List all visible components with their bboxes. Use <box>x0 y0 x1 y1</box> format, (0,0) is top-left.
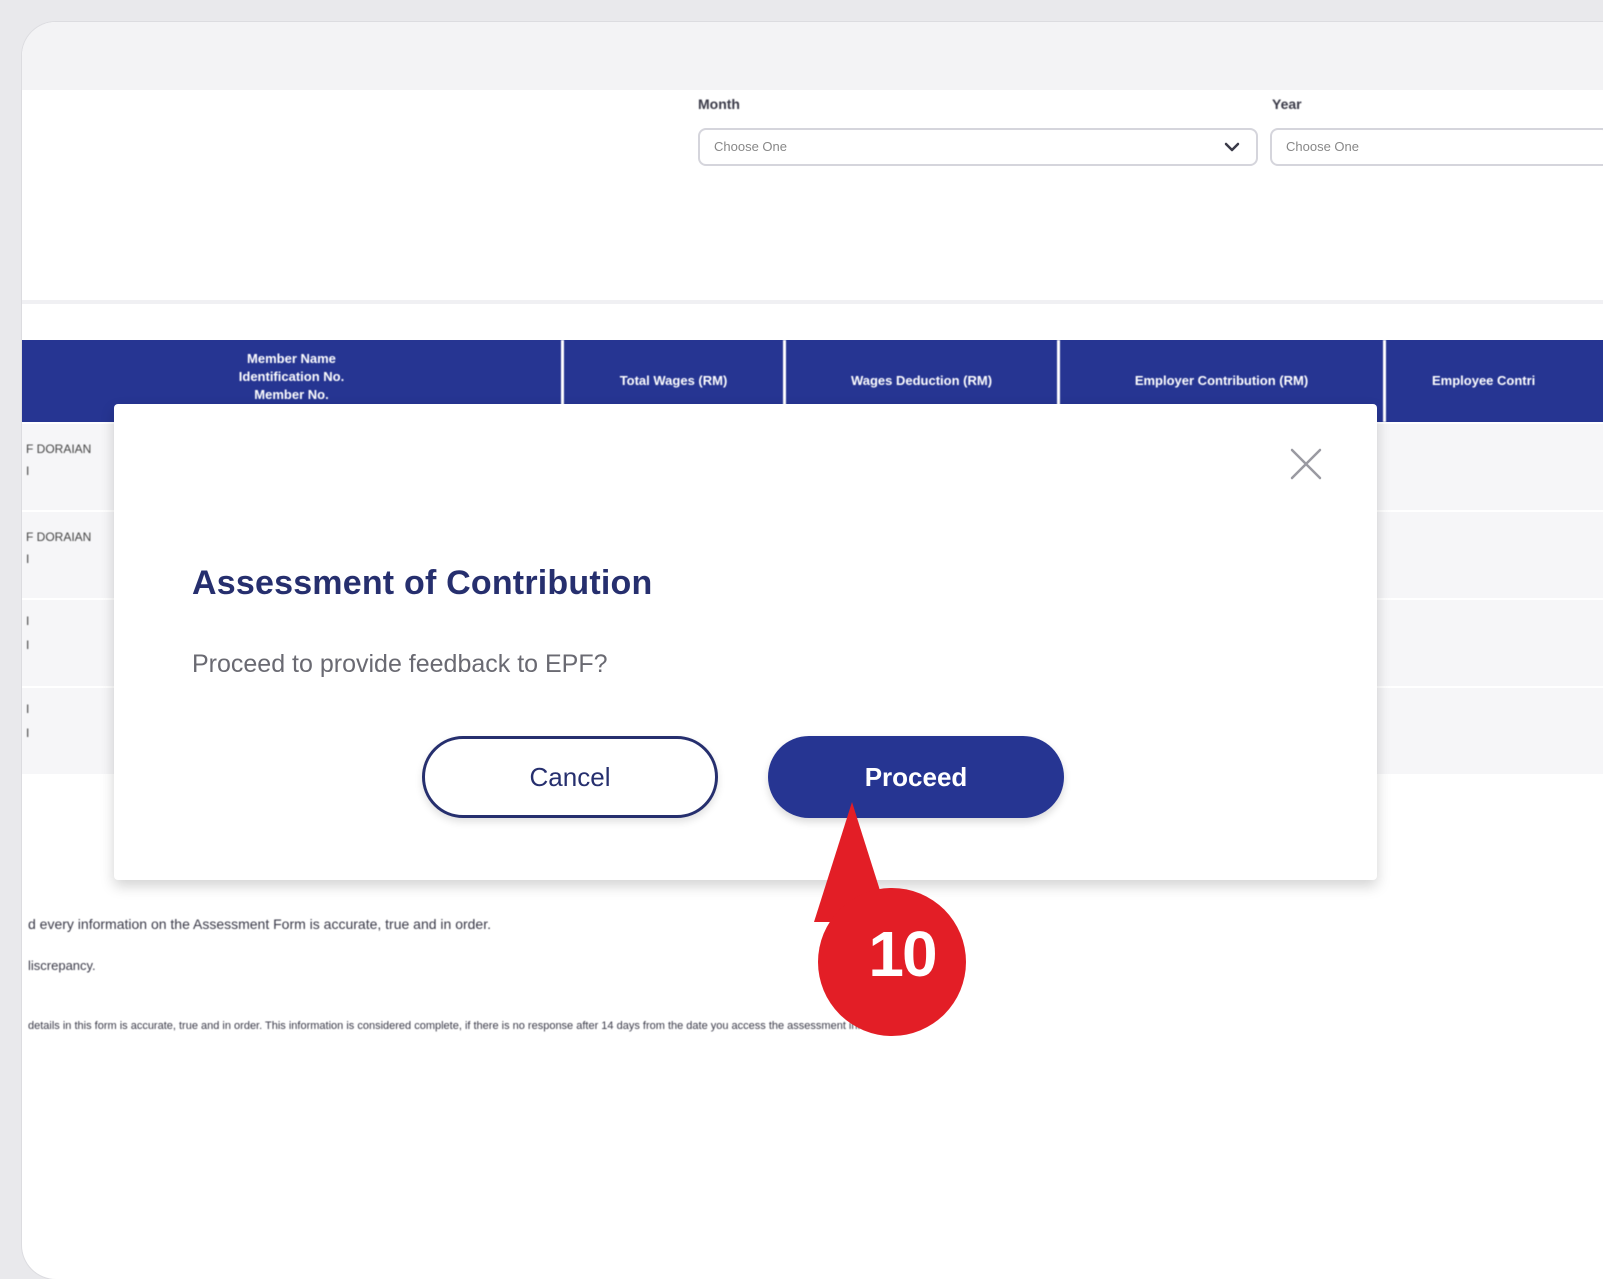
row-member-name: I <box>26 702 30 716</box>
top-bar <box>22 22 1603 90</box>
row-member-id: I <box>26 464 30 478</box>
row-member-name: I <box>26 614 30 628</box>
chevron-down-icon <box>1224 142 1240 152</box>
cancel-button[interactable]: Cancel <box>422 736 718 818</box>
row-member-id: I <box>26 552 30 566</box>
declaration-line-3: details in this form is accurate, true a… <box>28 1020 907 1032</box>
year-select-value: Choose One <box>1286 139 1359 154</box>
row-member-id: I <box>26 638 30 652</box>
month-select[interactable]: Choose One <box>698 128 1258 166</box>
confirmation-dialog: Assessment of Contribution Proceed to pr… <box>114 404 1377 880</box>
year-select[interactable]: Choose One <box>1270 128 1603 166</box>
section-divider <box>22 300 1603 304</box>
dialog-message: Proceed to provide feedback to EPF? <box>192 650 608 678</box>
app-window: Month Choose One Year Choose One Member … <box>22 22 1603 1279</box>
declaration-line-2: liscrepancy. <box>28 958 96 973</box>
close-icon[interactable] <box>1286 444 1326 484</box>
month-label: Month <box>698 96 740 112</box>
step-number: 10 <box>868 918 937 990</box>
column-header-employee-contribution: Employee Contri <box>1432 373 1536 388</box>
declaration-line-1: d every information on the Assessment Fo… <box>28 916 491 932</box>
year-label: Year <box>1272 96 1302 112</box>
row-member-name: F DORAIAN <box>26 442 92 456</box>
row-member-id: I <box>26 726 30 740</box>
dialog-title: Assessment of Contribution <box>192 564 653 602</box>
row-member-name: F DORAIAN <box>26 530 92 544</box>
month-select-value: Choose One <box>714 139 787 154</box>
